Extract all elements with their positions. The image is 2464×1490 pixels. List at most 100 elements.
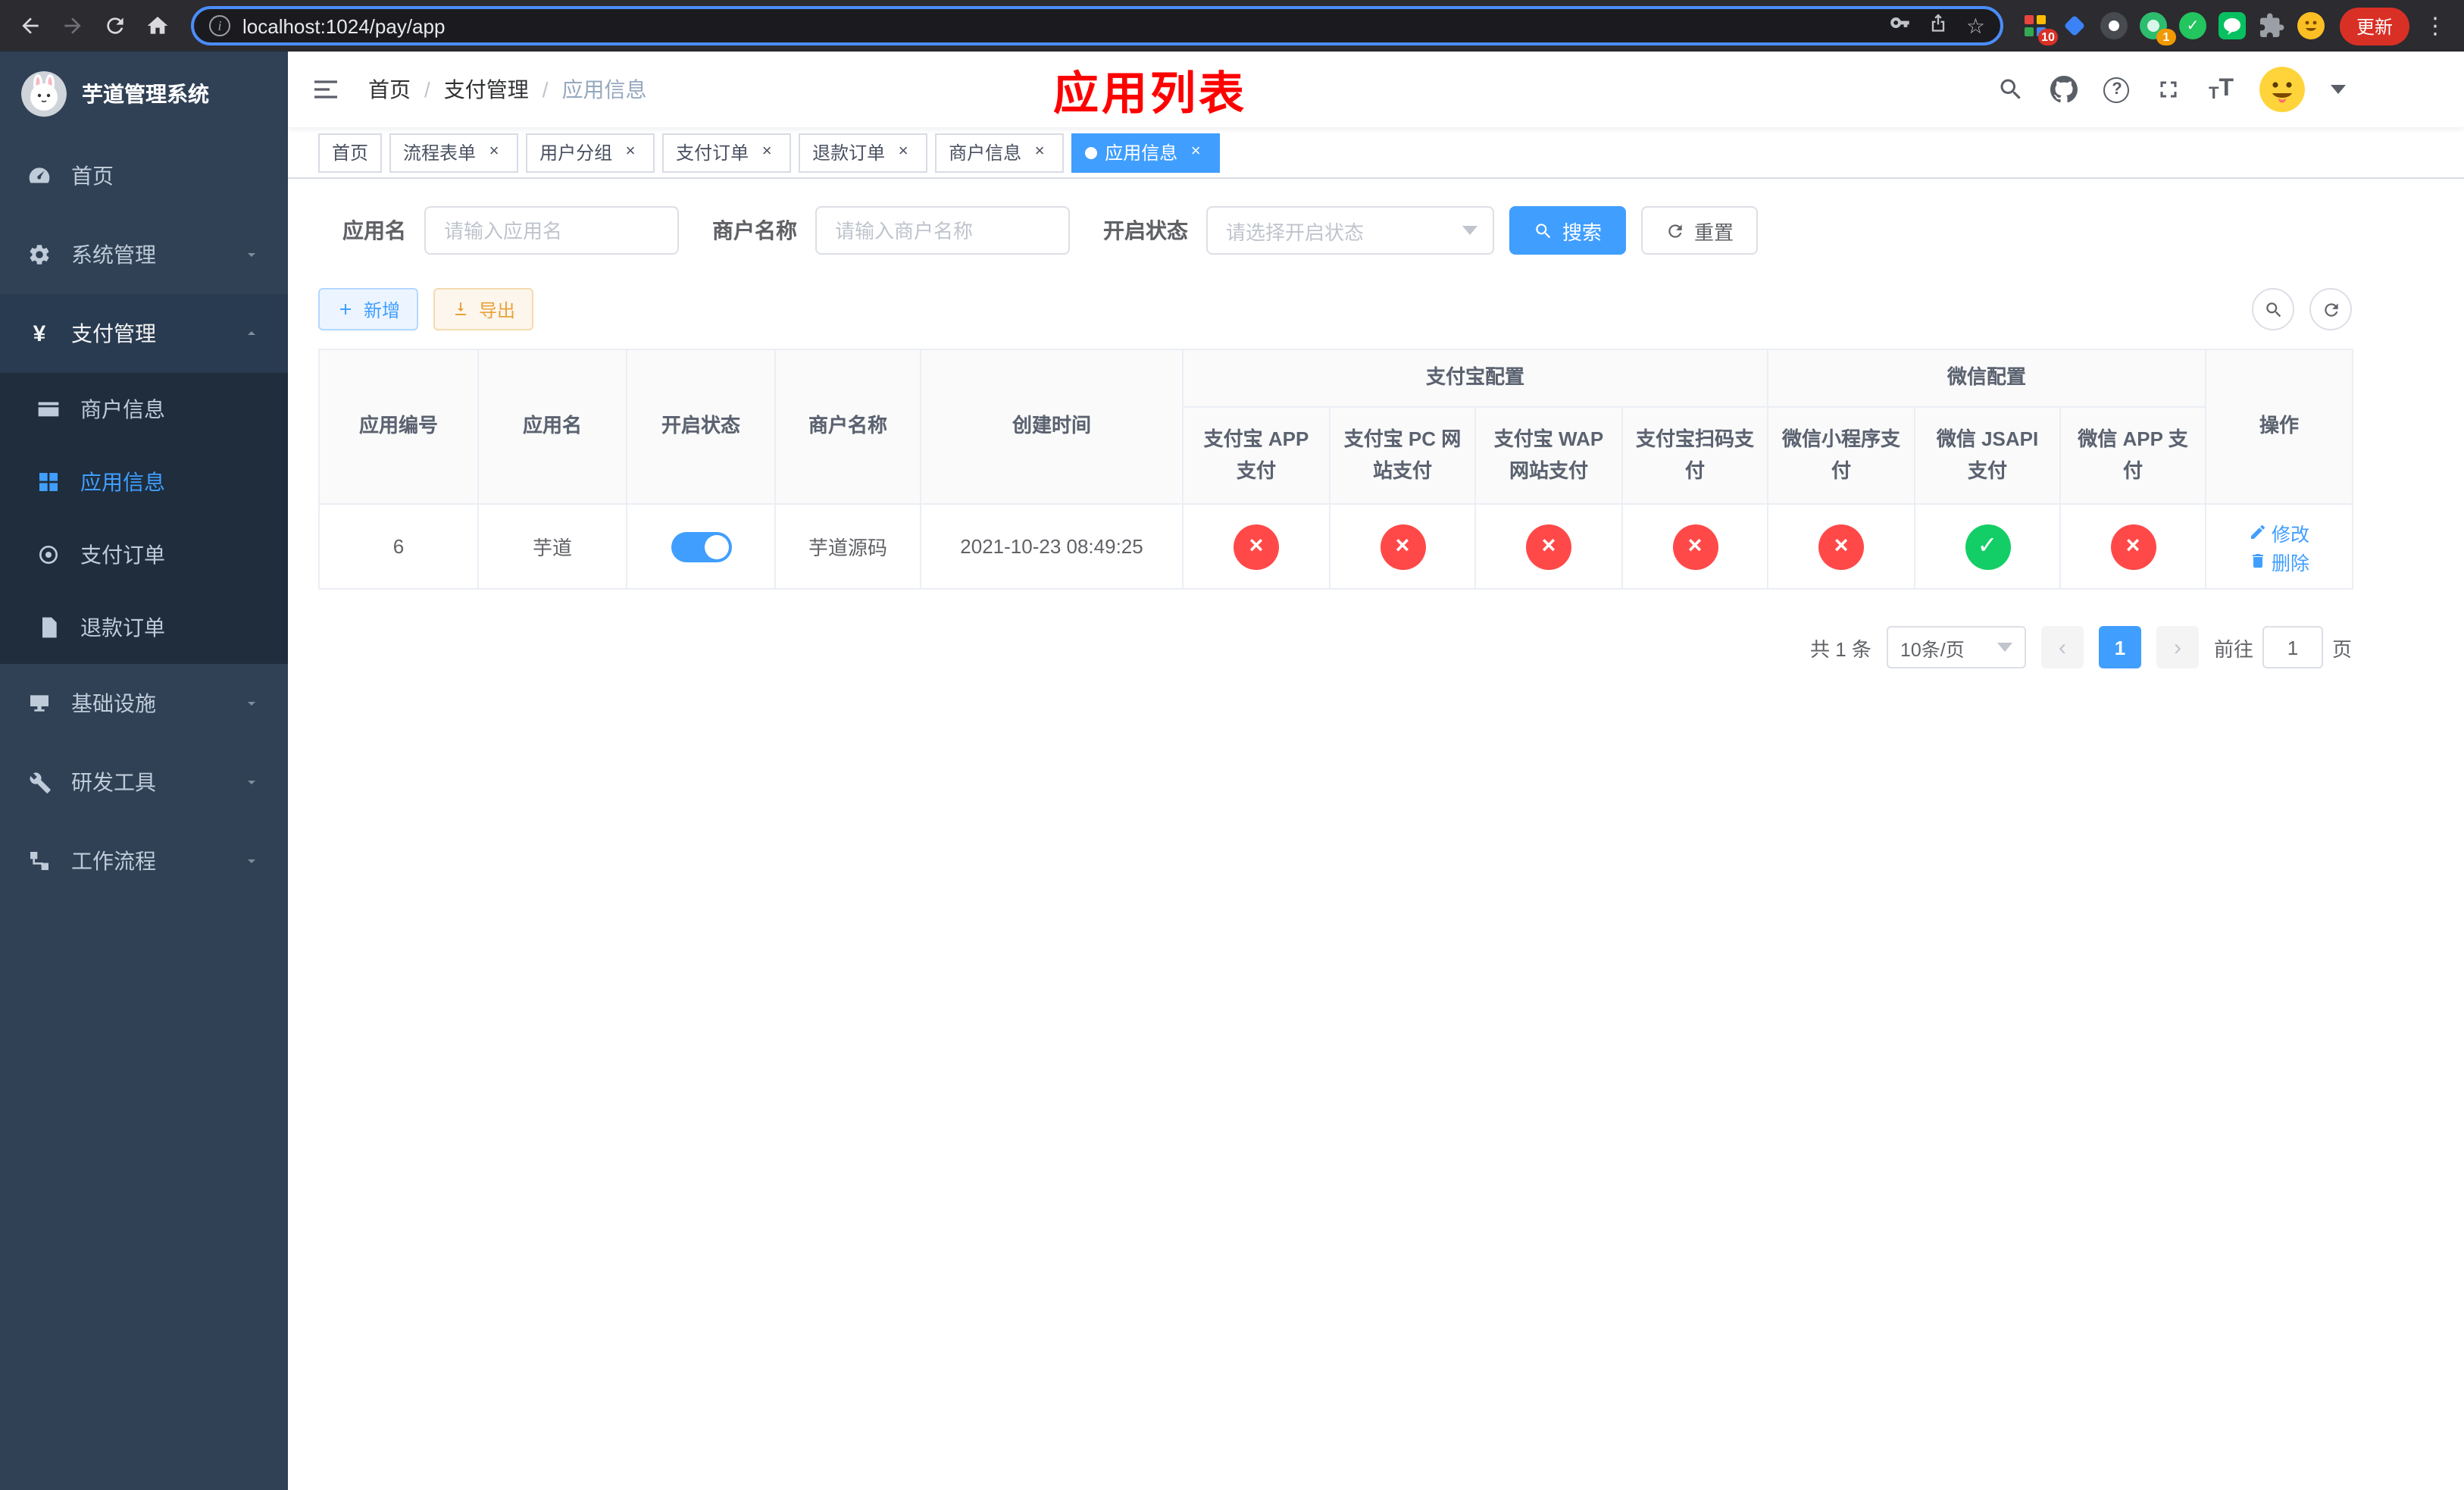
bookmark-star-icon[interactable]: ☆ bbox=[1966, 15, 1985, 36]
col-actions: 操作 bbox=[2205, 349, 2354, 505]
extension-icon-notice[interactable]: 1 bbox=[2139, 12, 2176, 45]
extension-icon-chat[interactable] bbox=[2218, 12, 2246, 39]
chevron-up-icon bbox=[242, 324, 261, 343]
reset-button[interactable]: 重置 bbox=[1641, 206, 1759, 255]
close-icon[interactable]: × bbox=[893, 142, 914, 163]
sidebar-item-refund-order[interactable]: 退款订单 bbox=[0, 591, 288, 664]
close-icon[interactable]: × bbox=[620, 142, 641, 163]
extension-icon-gem[interactable] bbox=[2061, 12, 2088, 39]
breadcrumb-separator: / bbox=[542, 77, 549, 102]
chrome-update-button[interactable]: 更新 bbox=[2339, 7, 2409, 45]
fullscreen-icon[interactable] bbox=[2156, 76, 2183, 103]
site-info-icon[interactable]: i bbox=[209, 15, 230, 36]
tab-app-info[interactable]: 应用信息 × bbox=[1071, 133, 1221, 172]
group-wechat-config: 微信配置 bbox=[1767, 349, 2207, 408]
github-icon[interactable] bbox=[2050, 76, 2078, 103]
sidebar-item-merchant-info[interactable]: 商户信息 bbox=[0, 373, 288, 446]
delete-button[interactable]: 删除 bbox=[2249, 546, 2309, 575]
next-page-button[interactable]: › bbox=[2156, 626, 2199, 668]
status-toggle[interactable] bbox=[671, 531, 731, 562]
sidebar-item-dev-tools[interactable]: 研发工具 bbox=[0, 743, 288, 822]
add-button[interactable]: 新增 bbox=[318, 288, 419, 330]
cell-wx-lite: × bbox=[1767, 503, 1916, 590]
cell-actions: 修改 删除 bbox=[2205, 503, 2354, 590]
export-button-label: 导出 bbox=[479, 299, 516, 321]
back-icon[interactable] bbox=[9, 5, 52, 47]
dashboard-icon bbox=[27, 164, 52, 188]
app-name-input[interactable] bbox=[424, 206, 679, 255]
breadcrumb-home[interactable]: 首页 bbox=[368, 74, 411, 105]
sidebar-item-payment[interactable]: ¥ 支付管理 bbox=[0, 294, 288, 373]
app-title: 芋道管理系统 bbox=[82, 82, 209, 106]
cell-alipay-qr: × bbox=[1621, 503, 1769, 590]
sidebar-item-app-info[interactable]: 应用信息 bbox=[0, 446, 288, 518]
chevron-down-icon bbox=[242, 694, 261, 712]
app-frame: 芋道管理系统 首页 系统管理 ¥ 支付管理 商户信息 应用信息 支付订单 退款订… bbox=[0, 52, 2464, 1490]
breadcrumb-payment[interactable]: 支付管理 bbox=[444, 74, 529, 105]
tab-label: 用户分组 bbox=[539, 142, 613, 164]
close-icon[interactable]: × bbox=[1185, 142, 1206, 163]
refresh-table-button[interactable] bbox=[2309, 288, 2352, 330]
tab-user-group[interactable]: 用户分组 × bbox=[526, 133, 655, 172]
reload-icon[interactable] bbox=[94, 5, 136, 47]
app-table-wrap: 应用编号 应用名 开启状态 商户名称 创建时间 支付宝配置 微信配置 操作 支付… bbox=[318, 349, 2354, 590]
tab-refund-order[interactable]: 退款订单 × bbox=[799, 133, 928, 172]
tab-label: 商户信息 bbox=[949, 142, 1022, 164]
address-bar[interactable]: i localhost:1024/pay/app ☆ bbox=[191, 6, 2003, 45]
close-icon[interactable]: × bbox=[1029, 142, 1050, 163]
merchant-name-input[interactable] bbox=[815, 206, 1070, 255]
page-number-1[interactable]: 1 bbox=[2098, 626, 2141, 668]
password-key-icon[interactable] bbox=[1890, 11, 1912, 40]
prev-page-button[interactable]: ‹ bbox=[2040, 626, 2084, 668]
extension-icon-check[interactable]: ✓ bbox=[2178, 12, 2206, 39]
export-button[interactable]: 导出 bbox=[433, 288, 534, 330]
font-size-icon[interactable]: TT bbox=[2209, 76, 2234, 103]
tab-merchant-info[interactable]: 商户信息 × bbox=[935, 133, 1065, 172]
tab-home[interactable]: 首页 bbox=[318, 133, 383, 172]
sidebar-collapse-icon[interactable] bbox=[288, 74, 353, 105]
page-size-select[interactable]: 10条/页 bbox=[1886, 626, 2026, 668]
extension-icon-dark[interactable] bbox=[2100, 12, 2128, 39]
home-icon[interactable] bbox=[136, 5, 179, 47]
goto-page-input[interactable] bbox=[2262, 626, 2323, 668]
active-dot-icon bbox=[1085, 146, 1098, 158]
sidebar-item-system[interactable]: 系统管理 bbox=[0, 215, 288, 294]
profile-avatar-icon[interactable] bbox=[2297, 12, 2325, 39]
puzzle-piece-icon[interactable] bbox=[2258, 12, 2285, 39]
user-avatar[interactable] bbox=[2259, 67, 2305, 112]
sidebar-item-infrastructure[interactable]: 基础设施 bbox=[0, 664, 288, 743]
alipay-pc-status-icon: × bbox=[1380, 524, 1425, 569]
page-content: 应用名 商户名称 开启状态 请选择开启状态 搜索 重置 bbox=[288, 179, 2464, 1490]
sidebar-item-label: 商户信息 bbox=[80, 397, 165, 421]
status-select[interactable]: 请选择开启状态 bbox=[1206, 206, 1494, 255]
edit-button[interactable]: 修改 bbox=[2249, 518, 2309, 546]
close-icon[interactable]: × bbox=[483, 142, 505, 163]
col-wx-jsapi: 微信 JSAPI 支付 bbox=[1914, 406, 2062, 505]
forward-icon[interactable] bbox=[52, 5, 94, 47]
extension-badge: 10 bbox=[2037, 29, 2058, 45]
url-text: localhost:1024/pay/app bbox=[242, 14, 446, 37]
tab-process-form[interactable]: 流程表单 × bbox=[389, 133, 519, 172]
edit-button-label: 修改 bbox=[2272, 524, 2310, 545]
cell-alipay-pc: × bbox=[1329, 503, 1476, 590]
wx-app-status-icon: × bbox=[2110, 524, 2156, 569]
help-icon[interactable]: ? bbox=[2103, 77, 2130, 102]
browser-menu-icon[interactable]: ⋮ bbox=[2422, 12, 2449, 39]
share-icon[interactable] bbox=[1928, 11, 1950, 40]
sidebar-logo[interactable]: 芋道管理系统 bbox=[0, 52, 288, 136]
sidebar-item-label: 应用信息 bbox=[80, 470, 165, 494]
tab-pay-order[interactable]: 支付订单 × bbox=[662, 133, 792, 172]
close-icon[interactable]: × bbox=[756, 142, 777, 163]
sidebar-item-workflow[interactable]: 工作流程 bbox=[0, 822, 288, 900]
col-merchant: 商户名称 bbox=[774, 349, 921, 505]
sidebar-item-home[interactable]: 首页 bbox=[0, 136, 288, 215]
col-alipay-app: 支付宝 APP 支付 bbox=[1182, 406, 1330, 505]
search-icon[interactable] bbox=[1998, 76, 2025, 103]
user-menu-caret-icon[interactable] bbox=[2331, 85, 2346, 94]
extensions-menu-icon[interactable]: 10 bbox=[2022, 12, 2058, 45]
total-count: 共 1 条 bbox=[1810, 637, 1871, 660]
toggle-search-button[interactable] bbox=[2252, 288, 2294, 330]
cell-alipay-wap: × bbox=[1474, 503, 1623, 590]
search-button[interactable]: 搜索 bbox=[1509, 206, 1627, 255]
sidebar-item-pay-order[interactable]: 支付订单 bbox=[0, 518, 288, 591]
